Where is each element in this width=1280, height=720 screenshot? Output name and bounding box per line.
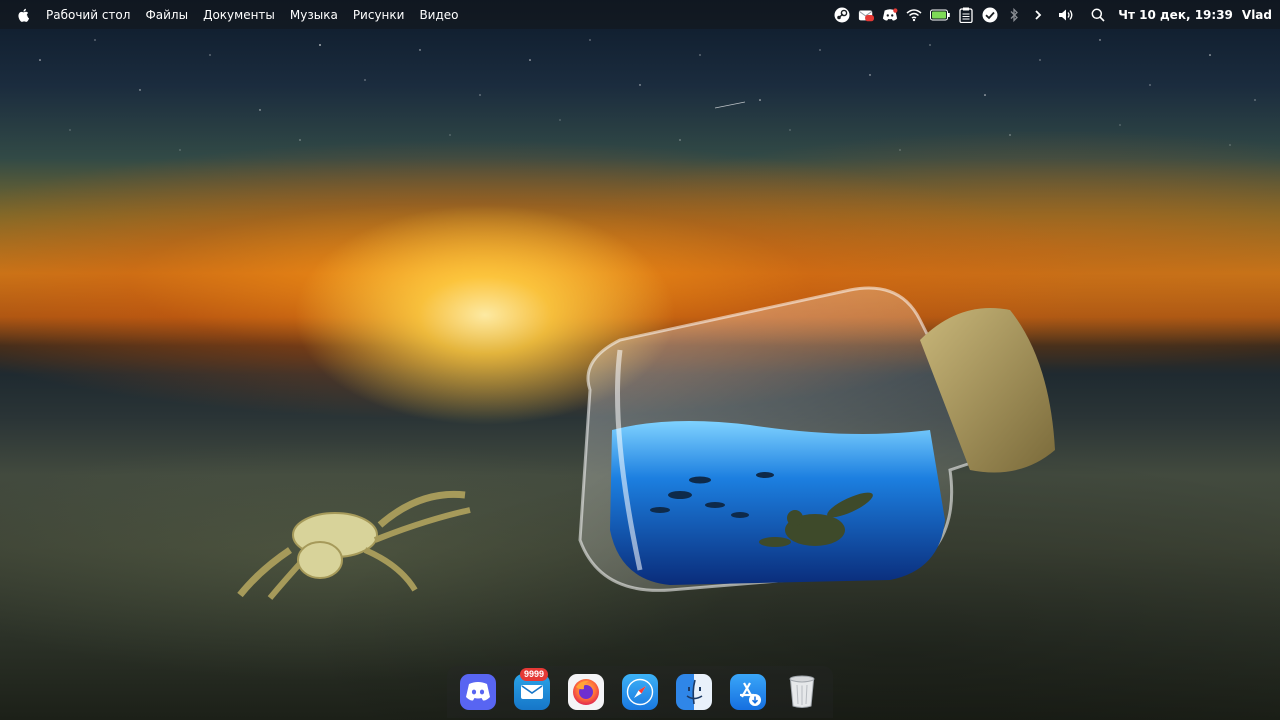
trash-icon xyxy=(789,675,815,708)
discord-icon xyxy=(466,682,490,701)
wifi-icon[interactable] xyxy=(906,7,922,23)
finder-icon xyxy=(686,679,703,705)
wallpaper-crab-illustration xyxy=(237,490,471,600)
menu-item-files[interactable]: Файлы xyxy=(145,8,188,22)
check-icon[interactable] xyxy=(982,7,998,23)
dock-item-trash[interactable] xyxy=(784,674,820,710)
dock-item-finder[interactable] xyxy=(676,674,712,710)
menu-item-documents[interactable]: Документы xyxy=(203,8,275,22)
dock: 9999 xyxy=(447,666,833,718)
wallpaper-bottle-illustration xyxy=(578,286,1055,592)
mail-icon[interactable] xyxy=(858,7,875,23)
chevron-right-icon[interactable] xyxy=(1030,7,1046,23)
menu-item-music[interactable]: Музыка xyxy=(290,8,338,22)
desktop: Рабочий стол Файлы Документы Музыка Рису… xyxy=(0,0,1280,720)
wallpaper-stars xyxy=(39,39,1256,151)
clock[interactable]: Чт 10 дек, 19:39 xyxy=(1118,8,1233,22)
app-store-icon xyxy=(740,682,761,706)
username[interactable]: Vlad xyxy=(1242,8,1272,22)
mail-icon xyxy=(521,685,543,699)
dock-item-app-store[interactable] xyxy=(730,674,766,710)
steam-icon[interactable] xyxy=(834,7,850,23)
dock-item-firefox[interactable] xyxy=(568,674,604,710)
battery-icon[interactable] xyxy=(930,7,951,23)
safari-icon xyxy=(626,678,654,706)
firefox-icon xyxy=(573,679,599,705)
menu-item-video[interactable]: Видео xyxy=(419,8,458,22)
bluetooth-icon[interactable] xyxy=(1006,7,1022,23)
menu-item-desktop[interactable]: Рабочий стол xyxy=(46,8,130,22)
unread-badge: 9999 xyxy=(520,668,549,681)
clipboard-icon[interactable] xyxy=(958,7,974,23)
discord-icon[interactable] xyxy=(882,7,898,23)
apple-logo-icon[interactable] xyxy=(16,7,30,23)
menu-item-pictures[interactable]: Рисунки xyxy=(353,8,405,22)
dock-item-mail[interactable]: 9999 xyxy=(514,668,550,710)
dock-item-discord[interactable] xyxy=(460,674,496,710)
volume-icon[interactable] xyxy=(1058,7,1074,23)
search-icon[interactable] xyxy=(1090,7,1106,23)
dock-item-safari[interactable] xyxy=(622,674,658,710)
system-tray: Чт 10 дек, 19:39 Vlad xyxy=(830,0,1272,29)
top-menu-bar: Рабочий стол Файлы Документы Музыка Рису… xyxy=(0,0,1280,29)
